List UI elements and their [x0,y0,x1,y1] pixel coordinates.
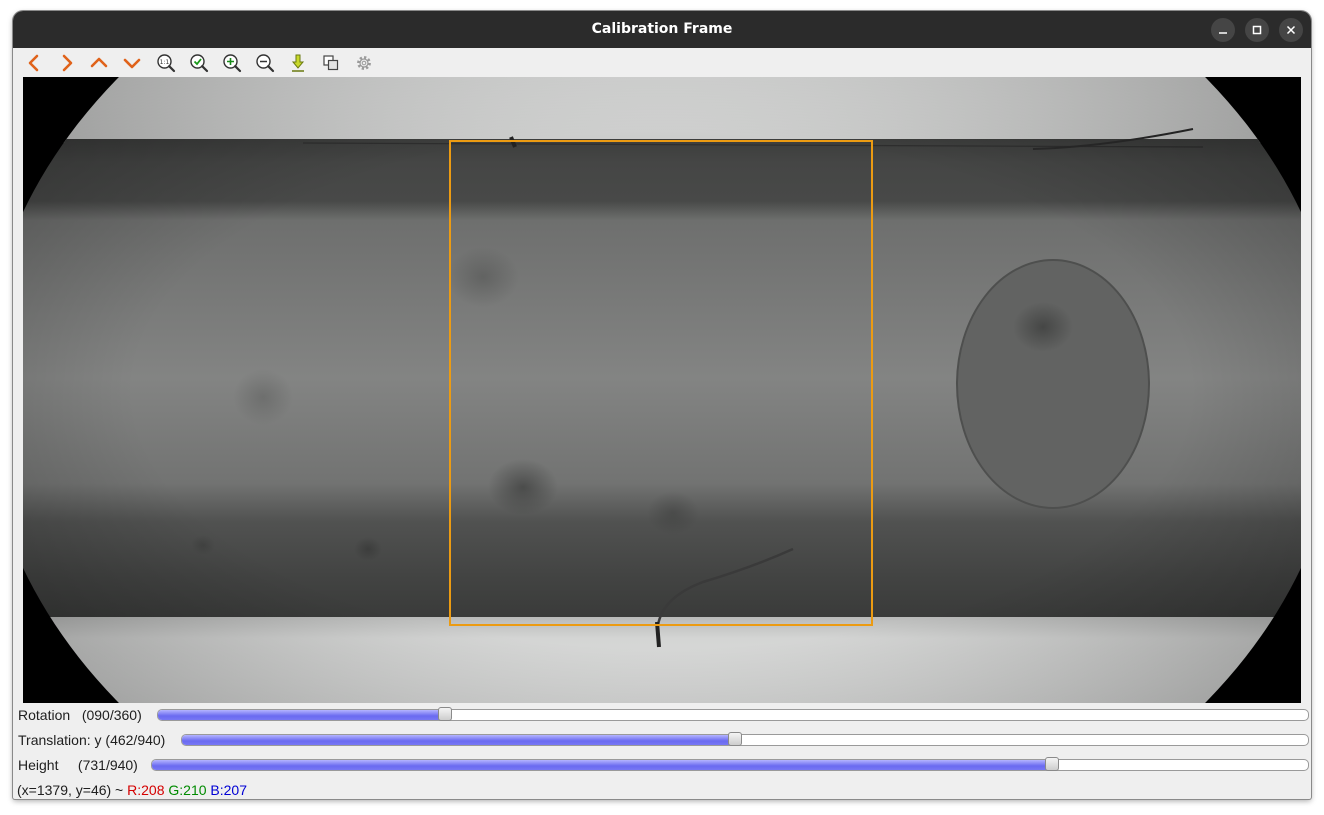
up-button[interactable] [88,52,110,74]
zoom-in-button[interactable] [221,52,243,74]
arrow-down-icon [123,58,141,69]
arrow-up-icon [90,57,108,68]
zoom-fit-button[interactable] [188,52,210,74]
rotation-label: Rotation (090/360) [18,707,142,723]
translation-slider-handle[interactable] [728,732,743,746]
arrow-left-icon [28,54,39,72]
translation-label: Translation: y (462/940) [18,732,166,748]
zoom-out-icon [256,54,275,73]
status-bar: (x=1379, y=46) ~ R:208 G:210 B:207 [17,781,247,799]
rotation-slider-fill [158,710,446,720]
next-button[interactable] [56,52,78,74]
calibration-image[interactable] [23,77,1301,703]
height-slider-fill [152,760,1051,770]
settings-button[interactable] [353,52,375,74]
zoom-fit-icon [190,54,209,73]
blue-value: B:207 [210,782,248,798]
zoom-in-icon [223,54,242,73]
translation-slider-row: Translation: y (462/940) [18,730,1309,750]
height-label: Height (731/940) [18,757,138,773]
rotation-slider-handle[interactable] [438,707,452,721]
close-button[interactable] [1279,18,1303,42]
title-bar[interactable]: Calibration Frame [13,11,1311,48]
minimize-button[interactable] [1211,18,1235,42]
green-value: G:210 [168,782,207,798]
close-icon [1286,25,1296,35]
zoom-original-icon: 1:1 [157,54,176,73]
maximize-button[interactable] [1245,18,1269,42]
roi-rectangle[interactable] [449,140,873,626]
save-button[interactable] [287,52,309,74]
zoom-original-button[interactable]: 1:1 [155,52,177,74]
minimize-icon [1219,32,1227,34]
window-title: Calibration Frame [591,21,733,37]
height-slider-handle[interactable] [1044,757,1059,771]
height-slider[interactable] [151,759,1309,771]
save-icon [291,54,305,72]
previous-button[interactable] [23,52,45,74]
rotation-slider-row: Rotation (090/360) [18,705,1309,725]
copy-icon [323,55,339,71]
red-value: R:208 [127,782,165,798]
settings-icon [357,56,371,70]
maximize-icon [1252,25,1262,35]
arrow-right-icon [62,54,73,72]
zoom-out-button[interactable] [254,52,276,74]
translation-slider-fill [182,735,736,745]
height-slider-row: Height (731/940) [18,755,1309,775]
translation-slider[interactable] [181,734,1309,746]
toolbar: 1:1 [13,48,1311,77]
rotation-slider[interactable] [157,709,1309,721]
copy-button[interactable] [320,52,342,74]
svg-text:1:1: 1:1 [160,59,170,66]
cursor-coords: (x=1379, y=46) ~ [17,782,128,798]
down-button[interactable] [121,52,143,74]
calibration-window: Calibration Frame 1:1 Rotation (090/360)… [13,11,1311,799]
